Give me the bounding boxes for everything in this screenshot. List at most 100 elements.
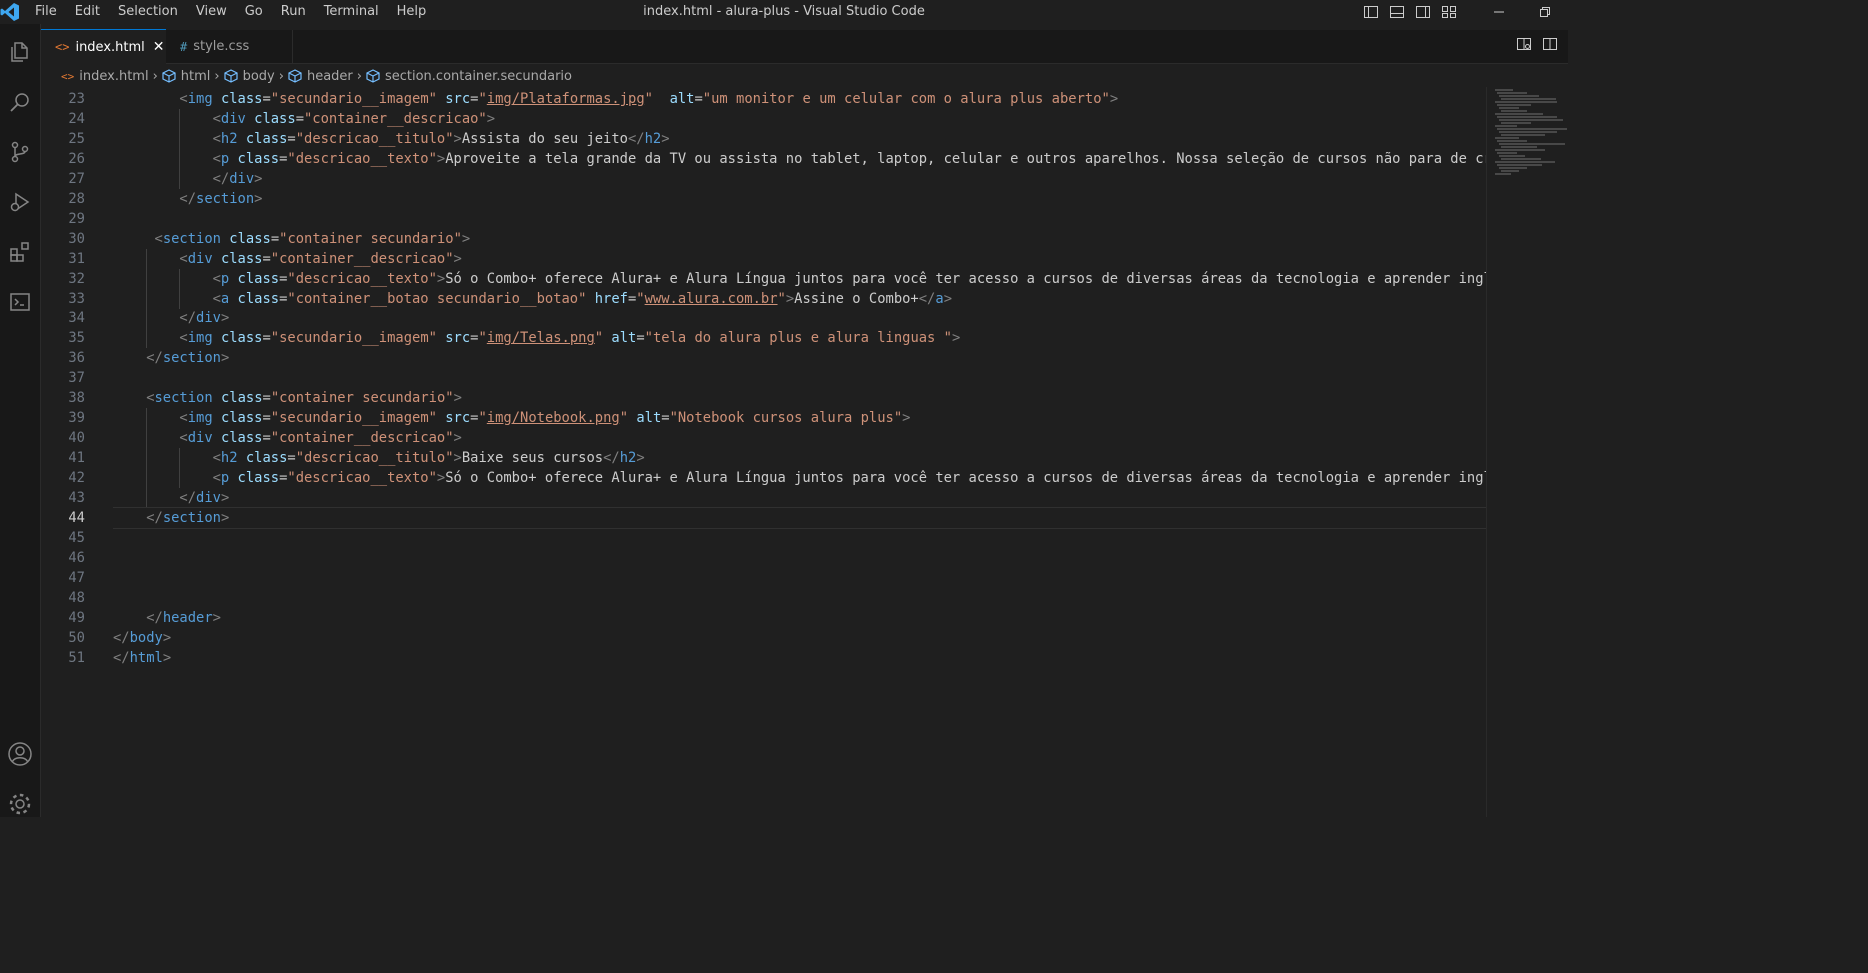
code-text: </section> xyxy=(179,189,262,209)
token-br: > xyxy=(951,330,961,347)
code-line[interactable]: 45 xyxy=(41,528,1486,548)
line-number: 24 xyxy=(68,110,85,127)
breadcrumb-header[interactable]: header xyxy=(288,69,353,84)
minimap-line xyxy=(1495,173,1511,175)
indent-guide xyxy=(146,328,148,349)
code-line[interactable]: 47 xyxy=(41,568,1486,588)
code-line[interactable]: 29 xyxy=(41,209,1486,229)
menu-go[interactable]: Go xyxy=(236,0,272,24)
menu-selection[interactable]: Selection xyxy=(109,0,187,24)
minimap-line xyxy=(1495,137,1519,139)
code-line[interactable]: 27 </div> xyxy=(41,168,1486,189)
menu-edit[interactable]: Edit xyxy=(66,0,109,24)
code-line[interactable]: 35 <img class="secundario__imagem" src="i… xyxy=(41,328,1486,349)
token-txt: = xyxy=(270,230,280,247)
code-text: <div class="container__descricao"> xyxy=(179,428,461,448)
code-line[interactable]: 33 <a class="container__botao secundario_… xyxy=(41,288,1486,309)
indent-guide xyxy=(146,288,148,309)
indent-guide xyxy=(179,268,181,289)
run-debug-icon[interactable] xyxy=(0,180,40,224)
breadcrumb-body[interactable]: body xyxy=(223,69,275,84)
token-str: "tela do alura plus e alura linguas " xyxy=(644,330,952,347)
code-line[interactable]: 44 </section> xyxy=(41,506,1486,529)
token-link[interactable]: img/Telas.png xyxy=(487,330,595,346)
token-tag: a xyxy=(935,290,944,307)
code-line[interactable]: 36 </section> xyxy=(41,348,1486,368)
code-line[interactable]: 49 </header> xyxy=(41,608,1486,628)
code-line[interactable]: 41 <h2 class="descricao__titulo">Baixe se… xyxy=(41,448,1486,469)
menu-help[interactable]: Help xyxy=(388,0,436,24)
customize-layout-icon[interactable] xyxy=(1436,0,1462,24)
toggle-secondary-sidebar-icon[interactable] xyxy=(1410,0,1436,24)
code-line[interactable]: 26 <p class="descricao__texto">Aproveite … xyxy=(41,148,1486,169)
token-str: "container__descricao" xyxy=(270,430,454,447)
code-line[interactable]: 37 xyxy=(41,368,1486,388)
code-line[interactable]: 40 <div class="container__descricao"> xyxy=(41,428,1486,449)
split-editor-icon[interactable] xyxy=(1542,36,1558,52)
token-tag: h2 xyxy=(619,450,637,467)
extensions-icon[interactable] xyxy=(0,230,40,274)
token-tag: div xyxy=(187,430,213,447)
minimap-line xyxy=(1499,167,1527,169)
code-line[interactable]: 46 xyxy=(41,548,1486,568)
accounts-icon[interactable] xyxy=(0,732,40,776)
code-line[interactable]: 31 <div class="container__descricao"> xyxy=(41,248,1486,269)
code-line[interactable]: 23 <img class="secundario__imagem" src="i… xyxy=(41,89,1486,109)
code-line[interactable]: 28 </section> xyxy=(41,189,1486,209)
code-editor[interactable]: 23 <img class="secundario__imagem" src="i… xyxy=(41,89,1486,817)
token-str: " xyxy=(478,330,487,347)
code-text: </header> xyxy=(146,608,221,628)
token-br: < xyxy=(179,430,188,447)
code-line[interactable]: 32 <p class="descricao__texto">Só o Combo… xyxy=(41,268,1486,289)
restore-icon[interactable] xyxy=(1522,0,1568,24)
tab-style-css[interactable]: # style.css xyxy=(166,30,293,63)
terminal-icon[interactable] xyxy=(0,280,40,324)
element-icon xyxy=(223,69,238,83)
menu-view[interactable]: View xyxy=(187,0,236,24)
code-line[interactable]: 38 <section class="container secundario"> xyxy=(41,388,1486,408)
settings-gear-icon[interactable] xyxy=(0,782,40,826)
token-br: > xyxy=(453,450,462,467)
line-number: 35 xyxy=(68,330,85,347)
code-line[interactable]: 50 </body> xyxy=(41,628,1486,648)
menu-file[interactable]: File xyxy=(26,0,66,24)
toggle-primary-sidebar-icon[interactable] xyxy=(1358,0,1384,24)
code-line[interactable]: 39 <img class="secundario__imagem" src="i… xyxy=(41,408,1486,429)
explorer-icon[interactable] xyxy=(0,30,40,74)
token-br: > xyxy=(453,130,462,147)
code-line[interactable]: 48 xyxy=(41,588,1486,608)
code-line[interactable]: 25 <h2 class="descricao__titulo">Assista … xyxy=(41,128,1486,149)
line-number: 43 xyxy=(68,490,85,506)
token-tag: a xyxy=(220,290,230,307)
tab-index-html[interactable]: <> index.html ✕ xyxy=(41,29,166,64)
breadcrumb-html[interactable]: html xyxy=(162,69,210,84)
code-line[interactable]: 34 </div> xyxy=(41,308,1486,329)
code-line[interactable]: 30 <section class="container secundario"> xyxy=(41,229,1486,249)
breadcrumb-file[interactable]: <> index.html xyxy=(61,69,149,84)
line-number: 25 xyxy=(68,130,85,147)
code-line[interactable]: 24 <div class="container__descricao"> xyxy=(41,108,1486,129)
source-control-icon[interactable] xyxy=(0,130,40,174)
token-link[interactable]: www.alura.com.br xyxy=(645,291,778,307)
token-link[interactable]: img/Notebook.png xyxy=(487,410,620,426)
code-line[interactable]: 51 </html> xyxy=(41,648,1486,668)
search-icon[interactable] xyxy=(0,80,40,124)
line-number: 30 xyxy=(68,230,85,247)
token-link[interactable]: img/Plataformas.jpg xyxy=(487,91,645,107)
code-line[interactable]: 42 <p class="descricao__texto">Só o Combo… xyxy=(41,468,1486,489)
open-preview-icon[interactable] xyxy=(1516,36,1532,52)
minimap[interactable] xyxy=(1486,87,1569,817)
menu-terminal[interactable]: Terminal xyxy=(315,0,388,24)
minimize-icon[interactable] xyxy=(1476,0,1522,24)
token-attr: class xyxy=(220,430,263,447)
token-br: < xyxy=(212,270,221,287)
toggle-panel-icon[interactable] xyxy=(1384,0,1410,24)
breadcrumb-section[interactable]: section.container.secundario xyxy=(366,69,572,84)
breadcrumb: <> index.html › html › body › header › s… xyxy=(41,65,572,87)
code-line[interactable]: 43 </div> xyxy=(41,488,1486,508)
close-icon[interactable]: ✕ xyxy=(153,39,165,55)
menu-run[interactable]: Run xyxy=(272,0,315,24)
